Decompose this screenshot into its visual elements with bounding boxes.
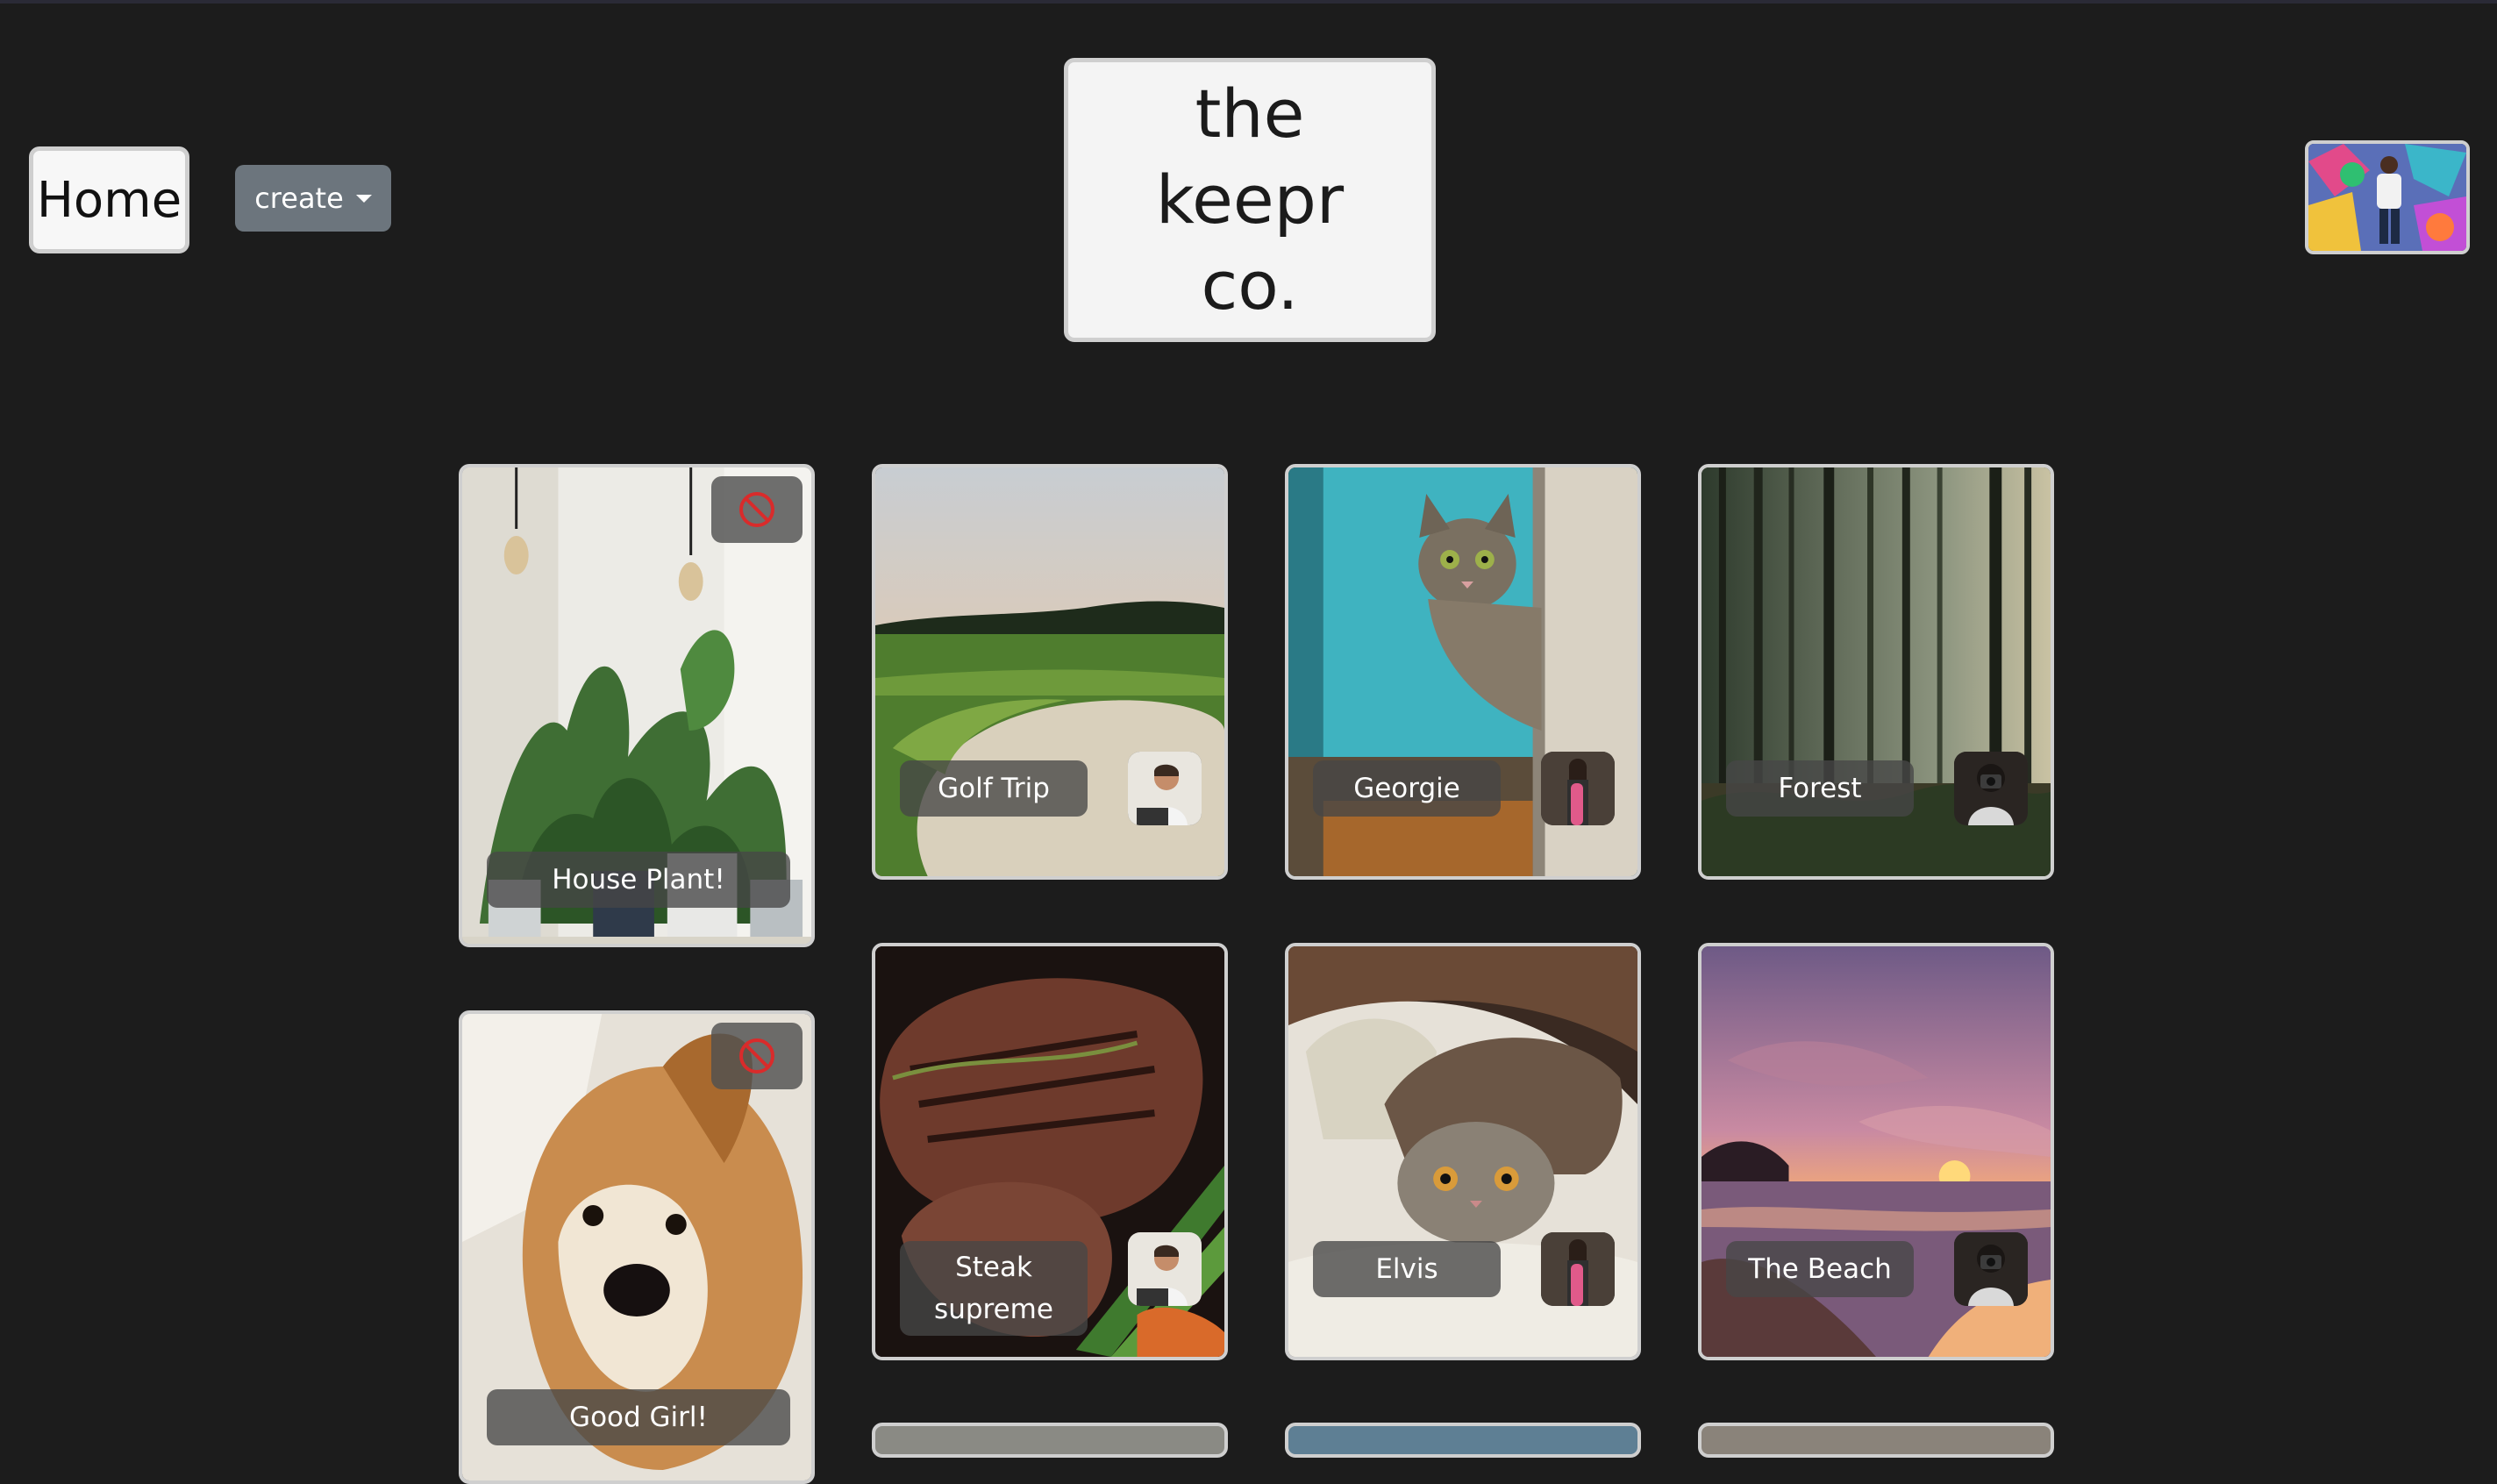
- creator-avatar[interactable]: [1541, 752, 1615, 825]
- keep-card-partial[interactable]: [872, 1423, 1228, 1458]
- avatar-skateboarder: [1541, 1232, 1615, 1306]
- brand-name: the keepr co.: [1101, 71, 1399, 329]
- window-top-edge: [0, 0, 2497, 4]
- creator-avatar[interactable]: [1954, 752, 2028, 825]
- creator-avatar[interactable]: [1128, 1232, 1202, 1306]
- remove-keep-button[interactable]: [711, 1023, 803, 1089]
- keep-card[interactable]: Golf Trip: [872, 464, 1228, 880]
- user-avatar[interactable]: [2305, 140, 2470, 254]
- keep-card[interactable]: Steak supreme: [872, 943, 1228, 1360]
- keep-title: Good Girl!: [487, 1389, 790, 1445]
- ban-icon: [739, 492, 774, 527]
- home-button-label: Home: [36, 171, 182, 229]
- remove-keep-button[interactable]: [711, 476, 803, 543]
- keep-title: The Beach: [1726, 1241, 1914, 1297]
- keep-card-partial[interactable]: [1285, 1423, 1641, 1458]
- creator-avatar[interactable]: [1128, 752, 1202, 825]
- keep-title: Steak supreme: [900, 1241, 1088, 1336]
- home-button[interactable]: Home: [29, 146, 189, 253]
- avatar-skateboarder: [1541, 752, 1615, 825]
- create-dropdown-button[interactable]: create: [235, 165, 391, 232]
- caret-down-icon: [355, 194, 372, 203]
- keep-card[interactable]: Forest: [1698, 464, 2054, 880]
- create-button-label: create: [254, 182, 344, 215]
- avatar-photographer: [1954, 1232, 2028, 1306]
- avatar-photographer: [1954, 752, 2028, 825]
- keep-card[interactable]: Georgie: [1285, 464, 1641, 880]
- keep-title: Georgie: [1313, 760, 1501, 817]
- keep-title: Elvis: [1313, 1241, 1501, 1297]
- keep-title: Golf Trip: [900, 760, 1088, 817]
- keep-card[interactable]: The Beach: [1698, 943, 2054, 1360]
- keep-card-partial[interactable]: [1698, 1423, 2054, 1458]
- ban-icon: [739, 1038, 774, 1074]
- avatar-man-laptop: [1128, 1232, 1202, 1306]
- brand-logo[interactable]: the keepr co.: [1064, 58, 1436, 342]
- keep-card[interactable]: Good Girl!: [459, 1010, 815, 1484]
- creator-avatar[interactable]: [1954, 1232, 2028, 1306]
- keep-title: House Plant!: [487, 852, 790, 908]
- keep-card[interactable]: House Plant!: [459, 464, 815, 947]
- keep-title: Forest: [1726, 760, 1914, 817]
- avatar-image: [2308, 144, 2466, 251]
- brand-line-1: the keepr: [1155, 75, 1345, 239]
- keep-card[interactable]: Elvis: [1285, 943, 1641, 1360]
- avatar-man-laptop: [1128, 752, 1202, 825]
- creator-avatar[interactable]: [1541, 1232, 1615, 1306]
- brand-line-2: co.: [1201, 246, 1299, 325]
